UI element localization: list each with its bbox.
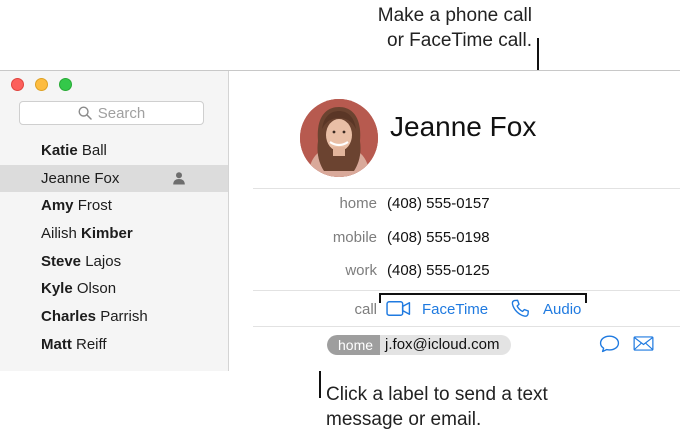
contacts-window: Search Katie Ball Jeanne Fox Amy Frost Aili…	[0, 70, 680, 371]
contact-last-name: Lajos	[85, 252, 122, 270]
contact-list-item[interactable]: Kyle Olson	[0, 275, 228, 303]
search-placeholder: Search	[97, 104, 146, 122]
divider	[253, 290, 680, 291]
email-row: home j.fox@icloud.com	[327, 335, 512, 355]
facetime-button[interactable]: FaceTime	[422, 301, 488, 318]
phone-label-mobile[interactable]: mobile	[229, 229, 377, 246]
call-label: call	[354, 301, 377, 318]
search-input[interactable]: Search	[19, 101, 204, 125]
contact-list-item[interactable]: Matt Reiff	[0, 331, 228, 359]
close-window-button[interactable]	[11, 78, 24, 91]
contact-list-item[interactable]: Steve Lajos	[0, 248, 228, 276]
callout-line-1: Click a label to send a text	[326, 384, 548, 405]
contact-last-name: Reiff	[76, 335, 107, 353]
audio-call-button[interactable]: Audio	[543, 301, 581, 318]
callout-line-2: or FaceTime call.	[387, 30, 532, 51]
contact-last-name: Olson	[76, 280, 117, 298]
phone-number-mobile: (408) 555-0198	[387, 229, 490, 246]
phone-label-work[interactable]: work	[229, 262, 377, 279]
phone-icon[interactable]	[511, 299, 530, 318]
contact-list-item[interactable]: Amy Frost	[0, 192, 228, 220]
minimize-window-button[interactable]	[35, 78, 48, 91]
phone-number-work: (408) 555-0125	[387, 262, 490, 279]
video-camera-icon[interactable]	[386, 300, 411, 317]
contact-last-name: Fox	[94, 169, 120, 187]
contact-first-name: Katie	[41, 142, 78, 159]
contact-list-item[interactable]: Jeanne Fox	[0, 164, 228, 193]
contact-name: Jeanne Fox	[390, 111, 537, 142]
contact-first-name: Ailish	[41, 225, 77, 243]
contact-last-name: Kimber	[81, 225, 133, 243]
search-icon	[78, 106, 92, 120]
my-card-person-icon	[173, 171, 185, 185]
callout-line-1: Make a phone call	[377, 5, 532, 26]
contact-list-item[interactable]: Katie Ball	[0, 137, 228, 165]
divider	[253, 326, 680, 327]
contact-first-name: Charles	[41, 308, 97, 326]
contact-last-name: Parrish	[100, 308, 148, 326]
divider	[253, 188, 680, 189]
callout-line-2: message or email.	[326, 409, 482, 430]
contact-first-name: Steve	[41, 252, 82, 270]
contact-detail: Jeanne Fox home (408) 555-0157 mobile (4…	[229, 71, 680, 371]
sidebar: Search Katie Ball Jeanne Fox Amy Frost Aili…	[0, 71, 229, 371]
phone-number-home: (408) 555-0157	[387, 195, 490, 212]
contact-last-name: Frost	[77, 197, 112, 215]
email-address: j.fox@icloud.com	[385, 336, 500, 353]
contact-list-item[interactable]: Ailish Kimber	[0, 220, 228, 248]
contact-list: Katie Ball Jeanne Fox Amy Frost Ailish Kimb…	[0, 137, 228, 359]
contact-list-item[interactable]: Charles Parrish	[0, 303, 228, 331]
contact-photo	[300, 99, 378, 177]
zoom-window-button[interactable]	[59, 78, 72, 91]
contact-first-name: Kyle	[41, 280, 73, 298]
phone-label-home[interactable]: home	[229, 195, 377, 212]
contact-first-name: Amy	[41, 197, 74, 215]
callout-label-text: Click a label to send a text message or …	[326, 382, 548, 432]
message-bubble-icon[interactable]	[599, 334, 620, 353]
contact-last-name: Ball	[81, 142, 107, 159]
contact-first-name: Matt	[41, 335, 72, 353]
callout-phone-call: Make a phone call or FaceTime call.	[378, 3, 532, 53]
mail-envelope-icon[interactable]	[633, 336, 654, 351]
contact-first-name: Jeanne	[41, 169, 91, 187]
email-label-button[interactable]: home	[327, 335, 381, 355]
